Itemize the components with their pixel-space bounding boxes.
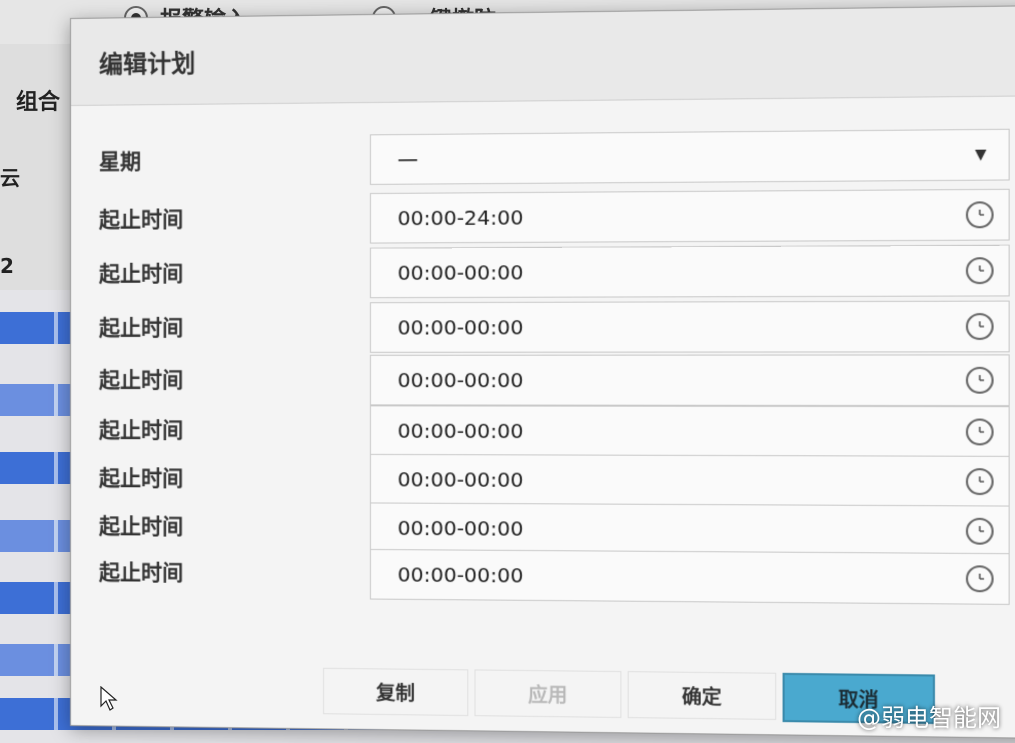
- time-row: 起止时间 00:00-00:00: [71, 405, 1015, 458]
- clock-icon[interactable]: [965, 313, 994, 340]
- time-range-value: 00:00-00:00: [397, 562, 524, 588]
- time-range-label: 起止时间: [98, 466, 184, 491]
- time-row: 起止时间 00:00-00:00: [71, 354, 1015, 407]
- time-row: 起止时间 00:00-00:00: [71, 244, 1015, 299]
- time-range-value: 00:00-00:00: [397, 515, 524, 541]
- time-row: 起止时间 00:00-24:00: [71, 188, 1015, 245]
- time-range-value: 00:00-00:00: [397, 260, 524, 285]
- time-row: 起止时间 00:00-00:00: [71, 547, 1015, 605]
- dialog-title: 编辑计划: [98, 48, 196, 79]
- apply-button[interactable]: 应用: [474, 669, 622, 718]
- time-row: 起止时间 00:00-00:00: [71, 300, 1015, 353]
- time-range-label: 起止时间: [98, 315, 184, 340]
- schedule-form: 星期 一 ▼ 起止时间 00:00-24:00 起止时间 00:00-00:00…: [71, 110, 1015, 605]
- time-range-value: 00:00-24:00: [397, 205, 524, 231]
- clock-icon[interactable]: [965, 565, 994, 593]
- weekday-row: 星期 一 ▼: [71, 128, 1015, 187]
- time-range-label: 起止时间: [98, 367, 184, 393]
- copy-button[interactable]: 复制: [323, 667, 469, 717]
- watermark: @弱电智能网: [857, 704, 1001, 732]
- ok-button[interactable]: 确定: [627, 671, 777, 720]
- weekday-label: 星期: [98, 149, 142, 174]
- clock-icon[interactable]: [965, 366, 994, 394]
- time-range-field[interactable]: 00:00-24:00: [369, 188, 1010, 244]
- clock-icon[interactable]: [965, 257, 994, 285]
- time-range-field[interactable]: 00:00-00:00: [369, 354, 1010, 407]
- time-range-label: 起止时间: [98, 418, 184, 443]
- time-range-field[interactable]: 00:00-00:00: [369, 548, 1010, 605]
- background-fragment: 云: [0, 166, 20, 190]
- time-range-label: 起止时间: [98, 207, 184, 232]
- background-fragment: 2: [0, 254, 14, 278]
- weekday-select-value: 一: [397, 148, 419, 174]
- time-range-value: 00:00-00:00: [397, 315, 524, 340]
- time-row: 起止时间 00:00-00:00: [71, 453, 1015, 508]
- time-range-value: 00:00-00:00: [397, 418, 524, 444]
- weekday-select[interactable]: 一 ▼: [369, 128, 1010, 185]
- chevron-down-icon[interactable]: ▼: [953, 130, 1009, 180]
- edit-schedule-dialog: 编辑计划 星期 一 ▼ 起止时间 00:00-24:00 起止时间 00:00-…: [70, 5, 1015, 739]
- time-range-field[interactable]: 00:00-00:00: [369, 244, 1010, 299]
- time-range-field[interactable]: 00:00-00:00: [369, 453, 1010, 508]
- time-range-value: 00:00-00:00: [397, 467, 524, 493]
- time-range-field[interactable]: 00:00-00:00: [369, 405, 1010, 458]
- clock-icon[interactable]: [965, 418, 994, 446]
- clock-icon[interactable]: [965, 468, 994, 496]
- dialog-header: 编辑计划: [70, 6, 1015, 106]
- time-range-value: 00:00-00:00: [397, 367, 524, 393]
- mouse-cursor-icon: [100, 686, 118, 711]
- clock-icon[interactable]: [965, 517, 994, 545]
- background-combination-label: 组合: [16, 90, 61, 115]
- time-range-label: 起止时间: [98, 560, 184, 585]
- time-range-label: 起止时间: [98, 514, 184, 539]
- clock-icon[interactable]: [965, 201, 994, 229]
- time-range-field[interactable]: 00:00-00:00: [369, 300, 1010, 353]
- time-range-label: 起止时间: [98, 261, 184, 286]
